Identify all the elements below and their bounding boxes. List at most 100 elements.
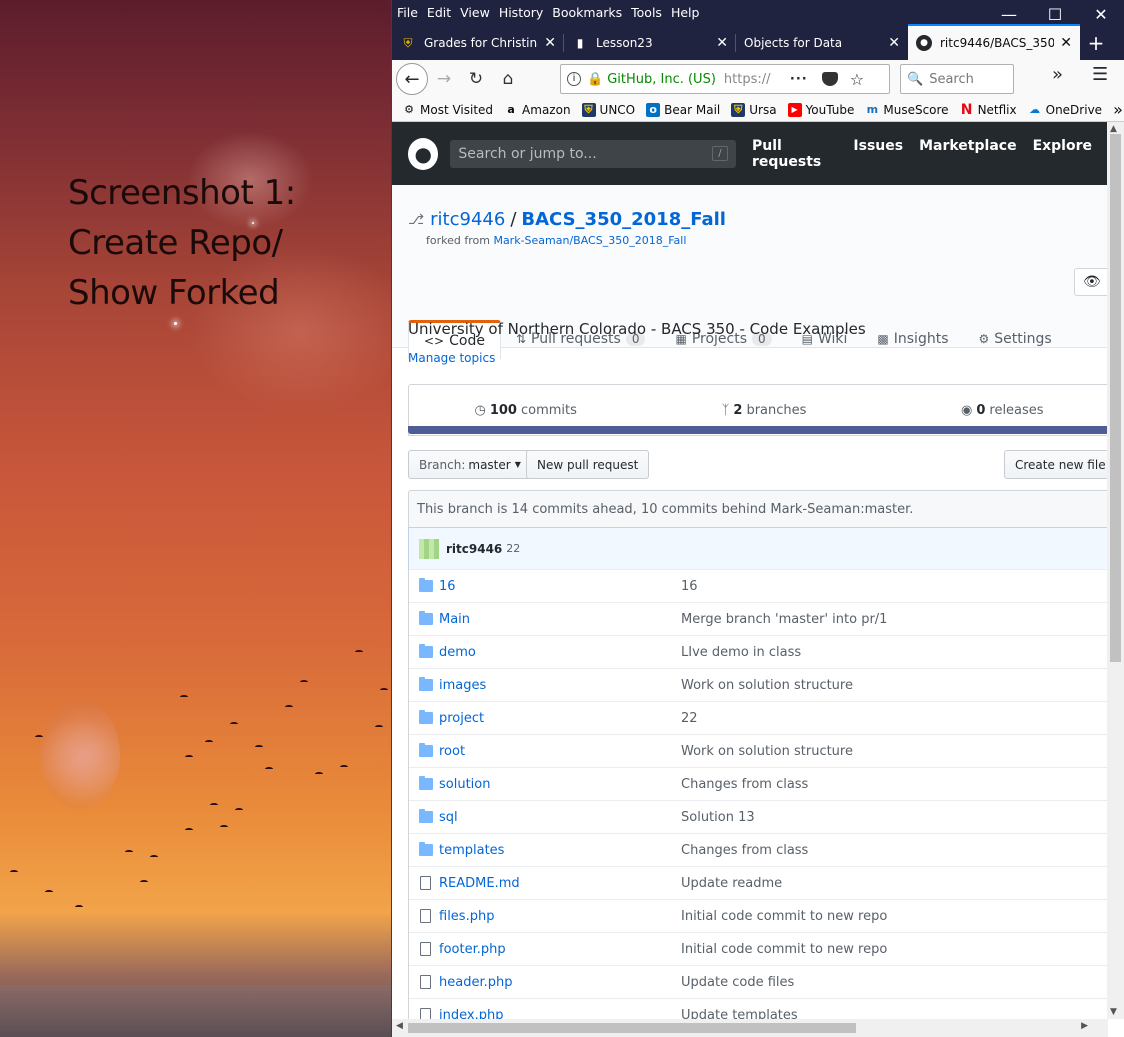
forked-from-link[interactable]: Mark-Seaman/BACS_350_2018_Fall — [493, 234, 686, 247]
menu-history[interactable]: History — [499, 5, 543, 20]
bookmark-star-icon[interactable]: ☆ — [850, 70, 864, 89]
vertical-scrollbar[interactable]: ▲ ▼ — [1107, 122, 1124, 1019]
releases-link[interactable]: ◉ 0 releases — [886, 403, 1108, 418]
nav-issues[interactable]: Issues — [853, 138, 903, 170]
scroll-left-icon[interactable]: ◀ — [396, 1021, 403, 1031]
file-name-link[interactable]: solution — [439, 777, 681, 792]
tab-objects-for-data[interactable]: Objects for Data ✕ — [736, 26, 908, 60]
tab-close-icon[interactable]: ✕ — [544, 35, 556, 51]
url-text[interactable]: https:// — [724, 72, 776, 87]
pocket-icon[interactable] — [821, 72, 838, 86]
nav-explore[interactable]: Explore — [1033, 138, 1092, 170]
github-logo-icon[interactable]: ● — [408, 137, 439, 170]
repo-name-link[interactable]: BACS_350_2018_Fall — [521, 209, 726, 230]
info-icon[interactable]: i — [567, 72, 581, 86]
commit-author[interactable]: ritc9446 — [446, 542, 502, 556]
bookmark-youtube[interactable]: ▶ YouTube — [787, 102, 854, 117]
language-bar[interactable] — [408, 426, 1108, 434]
file-row: header.php Update code files — [409, 965, 1108, 998]
bookmark-onedrive[interactable]: ☁ OneDrive — [1028, 103, 1102, 117]
horizontal-scrollbar[interactable]: ◀ ▶ — [392, 1019, 1108, 1037]
menu-view[interactable]: View — [460, 5, 490, 20]
reload-icon[interactable]: ↻ — [460, 64, 492, 94]
scroll-right-icon[interactable]: ▶ — [1081, 1021, 1088, 1031]
url-bar[interactable]: i 🔒 GitHub, Inc. (US) https:// ··· ☆ — [560, 64, 890, 94]
tab-settings[interactable]: ⚙ Settings — [964, 320, 1067, 358]
file-name-link[interactable]: templates — [439, 843, 681, 858]
tab-grades[interactable]: ⛨ Grades for Christina R ✕ — [392, 26, 564, 60]
commits-link[interactable]: ◷ 100 commits — [409, 403, 642, 418]
file-name-link[interactable]: demo — [439, 645, 681, 660]
manage-topics-link[interactable]: Manage topics — [408, 351, 495, 365]
tab-lesson23[interactable]: ▮ Lesson23 ✕ — [564, 26, 736, 60]
scrollbar-thumb[interactable] — [408, 1023, 856, 1033]
page-actions-icon[interactable]: ··· — [790, 72, 808, 87]
nav-pull-requests[interactable]: Pull requests — [752, 138, 837, 170]
watch-button[interactable]: 👁 — [1074, 268, 1108, 296]
scrollbar-thumb[interactable] — [1110, 134, 1121, 662]
file-name-link[interactable]: root — [439, 744, 681, 759]
tab-close-icon[interactable]: ✕ — [888, 35, 900, 51]
menu-tools[interactable]: Tools — [631, 5, 662, 20]
menu-file[interactable]: File — [397, 5, 418, 20]
bookmark-unco[interactable]: ⛨ UNCO — [581, 102, 635, 117]
file-name-link[interactable]: header.php — [439, 975, 681, 990]
forward-arrow-icon[interactable]: → — [428, 64, 460, 94]
bookmarks-overflow-icon[interactable]: » — [1113, 100, 1123, 119]
new-tab-icon[interactable]: + — [1080, 26, 1112, 60]
file-commit-message[interactable]: Changes from class — [681, 777, 808, 792]
file-name-link[interactable]: project — [439, 711, 681, 726]
file-name-link[interactable]: index.php — [439, 1008, 681, 1020]
home-icon[interactable]: ⌂ — [492, 64, 524, 94]
file-commit-message[interactable]: Work on solution structure — [681, 678, 853, 693]
file-icon — [420, 876, 431, 890]
menu-help[interactable]: Help — [671, 5, 700, 20]
bookmark-netflix[interactable]: N Netflix — [960, 102, 1017, 118]
file-commit-message[interactable]: Work on solution structure — [681, 744, 853, 759]
file-name-link[interactable]: Main — [439, 612, 681, 627]
hamburger-menu-icon[interactable]: ☰ — [1092, 64, 1108, 85]
new-pull-request-button[interactable]: New pull request — [526, 450, 650, 479]
file-commit-message[interactable]: Initial code commit to new repo — [681, 909, 887, 924]
menu-edit[interactable]: Edit — [427, 5, 451, 20]
github-search-input[interactable]: Search or jump to... / — [450, 139, 736, 168]
back-arrow-icon[interactable]: ← — [396, 63, 428, 95]
search-box[interactable]: 🔍 Search — [900, 64, 1014, 94]
commit-message[interactable]: 22 — [506, 542, 520, 555]
tab-close-icon[interactable]: ✕ — [716, 35, 728, 51]
file-commit-message[interactable]: Initial code commit to new repo — [681, 942, 887, 957]
file-name-link[interactable]: footer.php — [439, 942, 681, 957]
file-commit-message[interactable]: Update templates — [681, 1008, 798, 1020]
file-commit-message[interactable]: Solution 13 — [681, 810, 755, 825]
scroll-down-icon[interactable]: ▼ — [1110, 1007, 1117, 1017]
file-name-link[interactable]: sql — [439, 810, 681, 825]
avatar[interactable] — [419, 538, 439, 559]
file-name-link[interactable]: 16 — [439, 579, 681, 594]
tab-close-icon[interactable]: ✕ — [1060, 35, 1072, 51]
scroll-up-icon[interactable]: ▲ — [1110, 124, 1117, 134]
bookmark-most-visited[interactable]: ⚙ Most Visited — [402, 103, 493, 117]
file-commit-message[interactable]: 22 — [681, 711, 698, 726]
file-name-link[interactable]: files.php — [439, 909, 681, 924]
nav-marketplace[interactable]: Marketplace — [919, 138, 1016, 170]
repo-owner-link[interactable]: ritc9446 — [430, 209, 505, 230]
file-commit-message[interactable]: Changes from class — [681, 843, 808, 858]
tab-insights[interactable]: ▩ Insights — [862, 320, 963, 358]
bookmark-ursa[interactable]: ⛨ Ursa — [731, 102, 777, 117]
tab-github-repo[interactable]: ● ritc9446/BACS_350_20 ✕ — [908, 24, 1080, 60]
file-commit-message[interactable]: Update readme — [681, 876, 782, 891]
file-commit-message[interactable]: LIve demo in class — [681, 645, 801, 660]
file-commit-message[interactable]: Merge branch 'master' into pr/1 — [681, 612, 887, 627]
file-name-link[interactable]: README.md — [439, 876, 681, 891]
file-name-link[interactable]: images — [439, 678, 681, 693]
bookmark-bear-mail[interactable]: o Bear Mail — [646, 102, 720, 117]
branches-link[interactable]: ᛉ 2 branches — [642, 403, 885, 418]
file-commit-message[interactable]: 16 — [681, 579, 698, 594]
overflow-chevron-icon[interactable]: » — [1052, 64, 1063, 85]
create-new-file-button[interactable]: Create new file — [1004, 450, 1108, 479]
bookmark-amazon[interactable]: a Amazon — [504, 103, 570, 117]
file-commit-message[interactable]: Update code files — [681, 975, 794, 990]
menu-bookmarks[interactable]: Bookmarks — [552, 5, 622, 20]
bookmark-musescore[interactable]: m MuseScore — [865, 103, 949, 117]
branch-select-button[interactable]: Branch: master ▼ — [408, 450, 532, 479]
